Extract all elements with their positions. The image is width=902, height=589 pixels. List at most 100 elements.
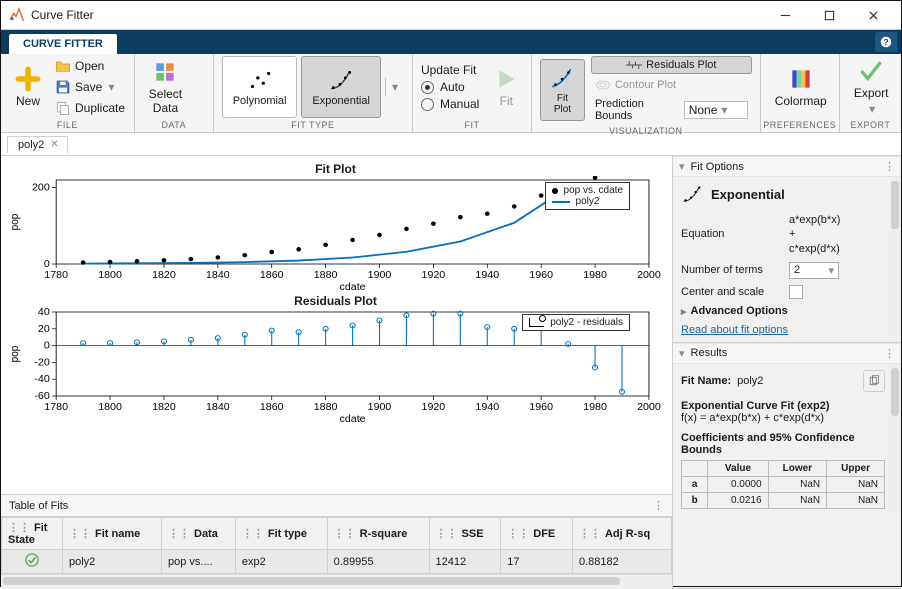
duplicate-button[interactable]: Duplicate	[51, 98, 129, 118]
fittype-polynomial[interactable]: Polynomial	[222, 56, 298, 118]
radio-auto[interactable]: Auto	[421, 80, 479, 94]
advanced-options[interactable]: Advanced Options	[691, 305, 788, 317]
svg-text:cdate: cdate	[340, 282, 366, 292]
vertical-scrollbar[interactable]	[889, 364, 901, 515]
collapse-icon[interactable]: ▾	[679, 347, 685, 360]
fittype-gallery-dropdown[interactable]: ▾	[385, 78, 404, 96]
fit-options-panel: ▾Fit Options⋮ Exponential Equation a*exp…	[673, 156, 901, 343]
svg-text:1940: 1940	[475, 402, 499, 413]
read-about-link[interactable]: Read about fit options	[681, 324, 788, 336]
residuals-plot-toggle[interactable]: Residuals Plot	[591, 56, 752, 74]
copy-button[interactable]	[863, 370, 885, 392]
svg-text:1780: 1780	[44, 270, 68, 281]
export-check-icon	[858, 58, 884, 84]
fit-plot-title: Fit Plot	[5, 162, 666, 176]
new-button[interactable]: New	[9, 64, 47, 110]
svg-text:1840: 1840	[206, 402, 230, 413]
svg-text:2000: 2000	[637, 402, 661, 413]
doc-tab-poly2[interactable]: poly2 ✕	[7, 136, 68, 153]
svg-text:-40: -40	[34, 374, 50, 385]
export-button[interactable]: Export▾	[848, 56, 895, 118]
svg-text:1960: 1960	[529, 402, 553, 413]
svg-text:1960: 1960	[529, 270, 553, 281]
radio-manual[interactable]: Manual	[421, 97, 479, 111]
fit-button[interactable]: Fit	[487, 64, 525, 110]
svg-text:1800: 1800	[98, 270, 122, 281]
fit-kind-label: Exponential	[711, 187, 785, 202]
contour-plot-toggle[interactable]: Contour Plot	[591, 76, 752, 94]
table-row: a0.0000NaNNaN	[682, 476, 885, 492]
exponential-icon	[681, 183, 703, 205]
prediction-bounds-row: Prediction BoundsNone▾	[591, 96, 752, 124]
table-of-fits: Table of Fits ⋮ ⋮⋮Fit State ⋮⋮Fit name ⋮⋮…	[1, 494, 672, 589]
status-ok-icon	[25, 558, 39, 570]
residuals-plot[interactable]: 1780180018201840186018801900192019401960…	[5, 308, 666, 424]
svg-text:0: 0	[44, 341, 50, 352]
svg-text:0: 0	[44, 259, 50, 270]
svg-text:1860: 1860	[260, 402, 284, 413]
results-panel: ▾Results⋮ Fit Name: poly2 Exponential Cu…	[673, 343, 901, 589]
contour-icon	[595, 78, 611, 92]
save-button[interactable]: Save▾	[51, 77, 129, 97]
svg-text:1940: 1940	[475, 270, 499, 281]
collapse-icon[interactable]: ▾	[679, 160, 685, 173]
fit-plot-legend: pop vs. cdate poly2	[545, 182, 630, 210]
svg-text:-20: -20	[34, 358, 50, 369]
select-data-label: Select Data	[149, 87, 182, 115]
minimize-button[interactable]	[763, 1, 807, 29]
prediction-bounds-dropdown[interactable]: None▾	[684, 101, 748, 119]
svg-text:cdate: cdate	[340, 414, 366, 424]
svg-text:1800: 1800	[98, 402, 122, 413]
fit-plot-icon	[549, 65, 575, 91]
svg-text:1820: 1820	[152, 402, 176, 413]
center-scale-checkbox[interactable]	[789, 285, 803, 299]
svg-text:-60: -60	[34, 391, 50, 402]
vertical-scrollbar[interactable]	[889, 177, 901, 342]
svg-text:1880: 1880	[314, 270, 338, 281]
tab-curve-fitter[interactable]: CURVE FITTER	[9, 34, 117, 54]
maximize-button[interactable]	[807, 1, 851, 29]
help-button[interactable]: ?	[875, 32, 897, 52]
kebab-menu-icon[interactable]: ⋮	[653, 499, 664, 512]
matlab-logo-icon	[7, 6, 25, 24]
svg-text:200: 200	[32, 183, 50, 194]
new-plus-icon	[15, 66, 41, 92]
toolstrip: New Open Save▾ Duplicate FILE Select Dat…	[1, 54, 901, 133]
colormap-button[interactable]: Colormap	[769, 64, 833, 110]
chevron-down-icon: ▾	[828, 264, 834, 277]
kebab-menu-icon[interactable]: ⋮	[884, 160, 895, 173]
folder-open-icon	[55, 58, 71, 74]
chevron-down-icon: ▾	[108, 80, 114, 94]
svg-text:20: 20	[38, 324, 50, 335]
open-button[interactable]: Open	[51, 56, 129, 76]
fittype-exponential[interactable]: Exponential	[301, 56, 381, 118]
chevron-down-icon: ▾	[392, 80, 398, 94]
svg-text:1900: 1900	[368, 402, 392, 413]
document-tab-bar: poly2 ✕	[1, 133, 901, 156]
play-icon	[493, 66, 519, 92]
expand-icon[interactable]: ▸	[681, 305, 687, 318]
svg-text:pop: pop	[10, 213, 21, 230]
num-terms-dropdown[interactable]: 2▾	[789, 262, 839, 279]
select-data-button[interactable]: Select Data	[143, 57, 188, 117]
residuals-plot-title: Residuals Plot	[5, 294, 666, 308]
svg-text:1820: 1820	[152, 270, 176, 281]
residuals-icon	[626, 58, 642, 72]
svg-text:40: 40	[38, 308, 50, 318]
fit-plot-toggle[interactable]: Fit Plot	[540, 59, 585, 121]
table-row[interactable]: poly2 pop vs.... exp2 0.89955 12412 17 0…	[2, 550, 672, 574]
close-button[interactable]	[851, 1, 895, 29]
fit-name-value: poly2	[737, 375, 763, 387]
save-disk-icon	[55, 79, 71, 95]
fit-plot[interactable]: 1780180018201840186018801900192019401960…	[5, 176, 666, 292]
update-fit-label: Update Fit	[421, 63, 479, 77]
svg-text:1880: 1880	[314, 402, 338, 413]
table-of-fits-title: Table of Fits	[9, 500, 68, 512]
radio-dot-icon	[421, 98, 434, 111]
fits-table[interactable]: ⋮⋮Fit State ⋮⋮Fit name ⋮⋮Data ⋮⋮Fit type…	[1, 517, 672, 574]
close-icon[interactable]: ✕	[50, 139, 58, 150]
coefficients-table: ValueLowerUpper a0.0000NaNNaN b0.0216NaN…	[681, 460, 885, 509]
svg-text:1860: 1860	[260, 270, 284, 281]
kebab-menu-icon[interactable]: ⋮	[884, 347, 895, 360]
svg-text:1780: 1780	[44, 402, 68, 413]
